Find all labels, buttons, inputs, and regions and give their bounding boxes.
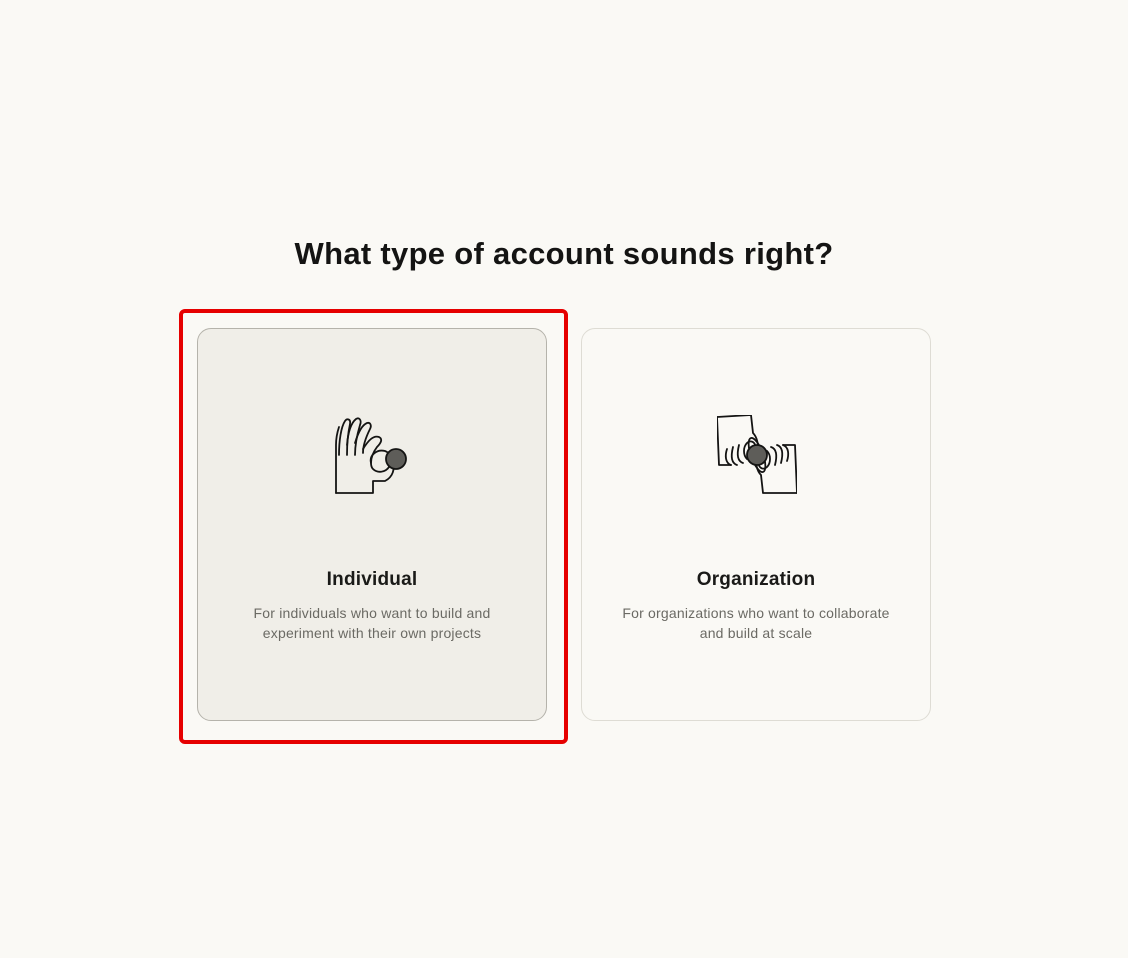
hand-holding-ball-icon [335, 417, 407, 494]
account-type-page: What type of account sounds right? Indiv… [0, 0, 1128, 958]
organization-account-card[interactable]: Organization For organizations who want … [581, 328, 931, 721]
page-title: What type of account sounds right? [294, 236, 834, 271]
individual-card-description: For individuals who want to build and ex… [253, 605, 491, 641]
individual-card-title: Individual [326, 569, 418, 590]
individual-account-card[interactable]: Individual For individuals who want to b… [197, 328, 547, 721]
organization-card-title: Organization [696, 569, 816, 590]
organization-card-description: For organizations who want to collaborat… [622, 605, 890, 641]
two-hands-passing-ball-icon [717, 415, 797, 494]
